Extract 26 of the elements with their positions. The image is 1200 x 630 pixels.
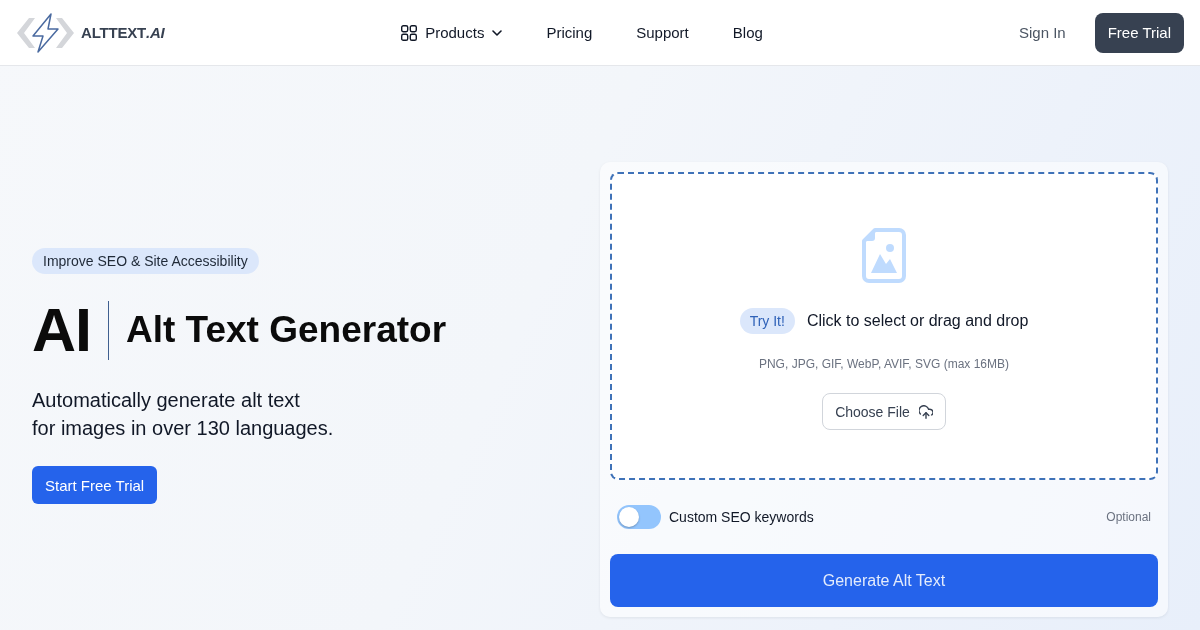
products-menu[interactable]: Products [401,24,503,41]
hero-title: Alt Text Generator [126,308,447,352]
hero-subtitle: Automatically generate alt text for images in over 130 languages. [32,388,334,441]
feature-pill: Improve SEO & Site Accessibility [32,248,259,274]
chevron-down-icon [492,29,503,36]
try-it-pill: Try It! [739,308,795,334]
drop-zone[interactable]: Try It! Click to select or drag and drop PNG, JPG, GIF, WebP, AVIF, SVG (max 16MB) Choose File [610,172,1158,480]
logo[interactable]: ALTTEXT.AI [16,12,165,53]
logo-icon [16,12,75,53]
hero-title-ai: AI [32,300,91,360]
grid-icon [401,24,418,41]
generate-button[interactable]: Generate Alt Text [610,554,1158,607]
sign-in-link[interactable]: Sign In [1018,24,1066,41]
upload-cloud-icon [918,404,933,419]
free-trial-button[interactable]: Free Trial [1094,12,1184,53]
choose-file-button[interactable]: Choose File [822,393,946,430]
nav-link[interactable]: Blog [732,24,763,41]
toggle-switch[interactable] [617,505,661,529]
nav-link[interactable]: Support [636,24,689,41]
format-hint: PNG, JPG, GIF, WebP, AVIF, SVG (max 16MB) [758,356,1010,372]
start-trial-button[interactable]: Start Free Trial [32,466,158,504]
toggle-label: Custom SEO keywords [669,509,814,525]
nav-link[interactable]: Pricing [546,24,593,41]
drop-prompt: Click to select or drag and drop [806,312,1029,330]
image-file-icon [862,228,906,283]
optional-note: Optional [1106,510,1151,524]
